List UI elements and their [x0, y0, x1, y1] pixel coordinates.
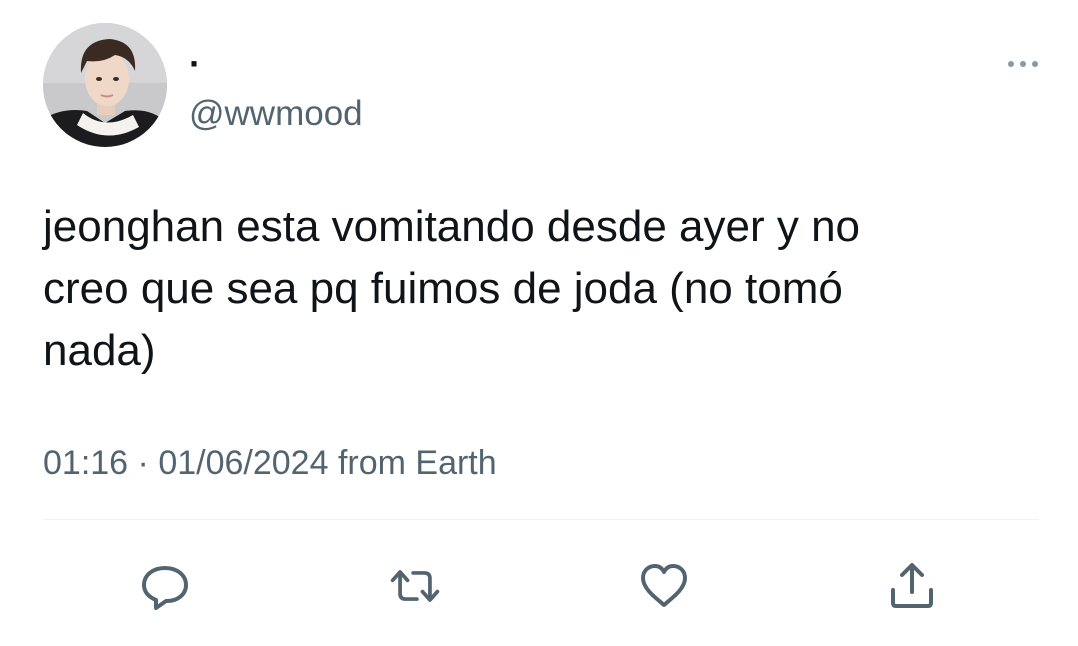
tweet-source: from Earth [337, 444, 497, 482]
share-icon [891, 563, 933, 608]
display-name[interactable]: · [189, 44, 201, 84]
avatar[interactable] [43, 23, 167, 147]
share-button[interactable] [884, 558, 940, 614]
more-options-icon[interactable] [1003, 52, 1043, 76]
retweet-button[interactable] [387, 558, 443, 614]
tweet-time[interactable]: 01:16 [43, 444, 128, 482]
user-handle[interactable]: @wwmood [189, 94, 363, 134]
reply-button[interactable] [137, 558, 193, 614]
tweet-text: jeonghan esta vomitando desde ayer y no … [43, 202, 861, 375]
heart-icon [641, 564, 687, 607]
tweet: · @wwmood jeonghan esta vomitando desde … [0, 0, 1078, 646]
reply-icon [142, 566, 188, 610]
avatar-image [43, 23, 167, 147]
meta-separator: · [137, 444, 149, 482]
divider [43, 519, 1039, 520]
tweet-date[interactable]: 01/06/2024 [158, 444, 328, 482]
retweet-icon [390, 570, 440, 602]
tweet-metadata: 01:16 · 01/06/2024 from Earth [43, 442, 497, 484]
like-button[interactable] [636, 558, 692, 614]
